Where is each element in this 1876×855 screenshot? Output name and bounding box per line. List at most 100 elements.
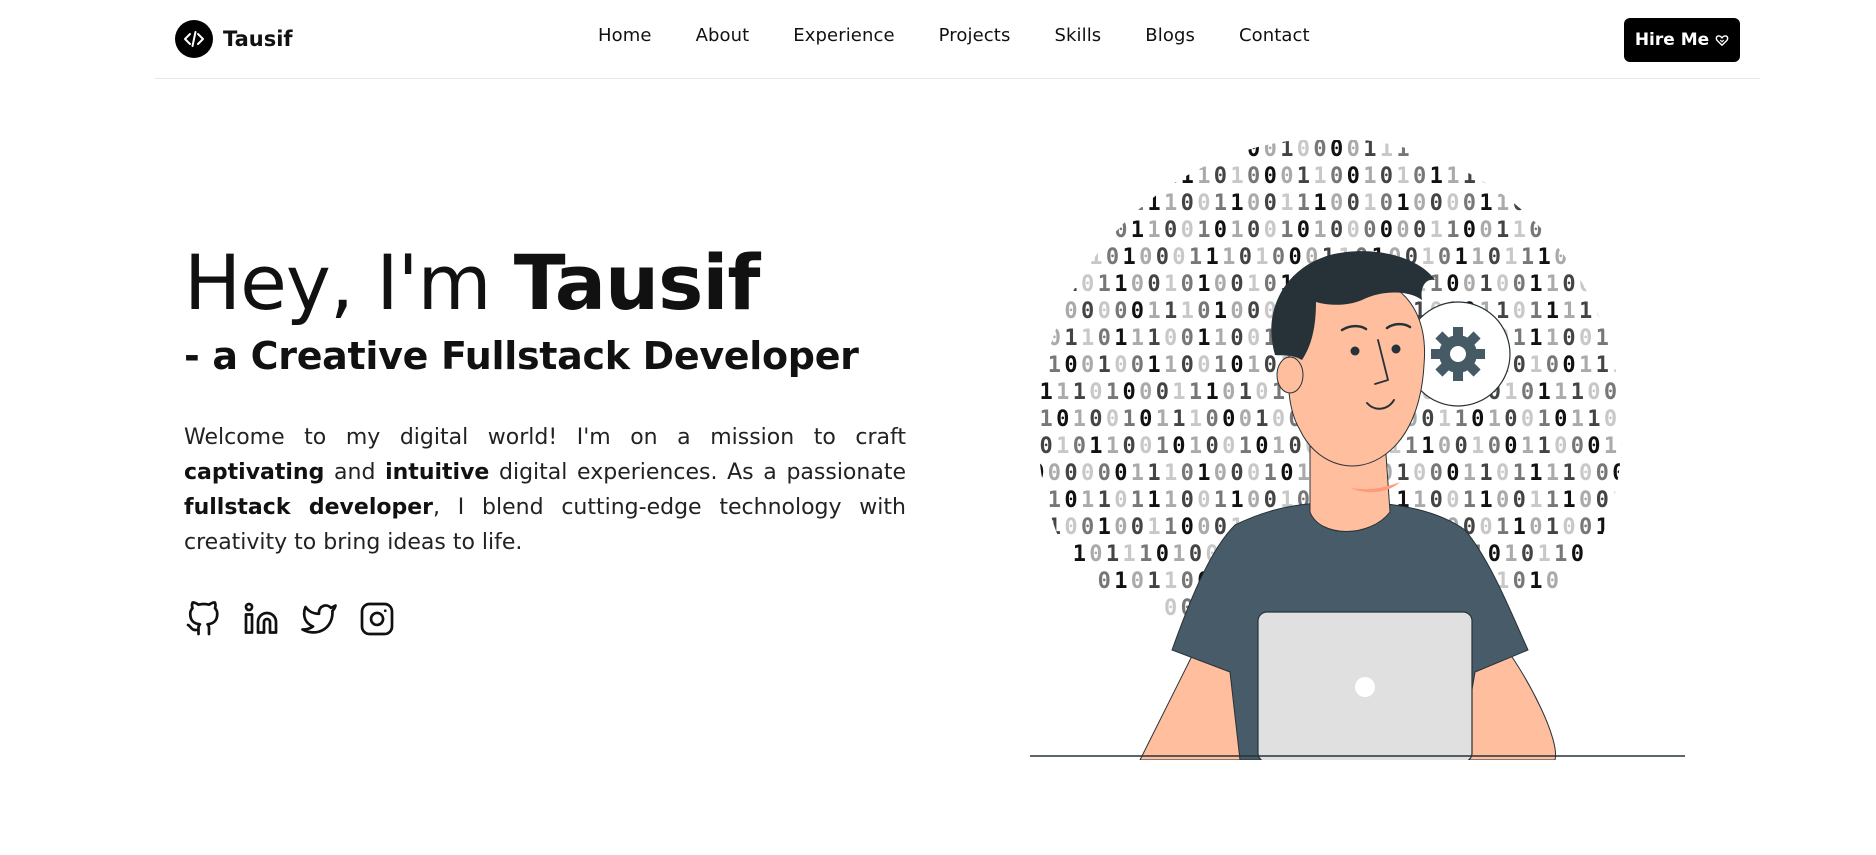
binary-digit: 1	[1612, 488, 1625, 513]
binary-digit: 1	[1255, 245, 1268, 270]
binary-digit: 1	[1596, 326, 1609, 351]
binary-digit: 0	[1131, 353, 1144, 378]
binary-digit: 0	[1546, 569, 1559, 594]
binary-digit: 1	[1164, 569, 1177, 594]
binary-digit: 1	[1513, 461, 1526, 486]
binary-digit: 1	[1189, 407, 1202, 432]
binary-digit: 1	[1048, 353, 1061, 378]
binary-digit: 1	[1214, 326, 1227, 351]
binary-digit: 0	[1521, 407, 1534, 432]
binary-digit: 1	[1538, 245, 1551, 270]
binary-digit: 1	[1504, 542, 1517, 567]
binary-digit: 1	[1562, 218, 1575, 243]
binary-digit: 0	[1272, 245, 1285, 270]
binary-digit: 1	[1197, 461, 1210, 486]
binary-digit: 1	[1455, 407, 1468, 432]
binary-digit: 0	[1048, 272, 1061, 297]
binary-digit: 0	[1164, 326, 1177, 351]
binary-digit: 0	[1181, 515, 1194, 540]
binary-digit: 0	[1181, 218, 1194, 243]
nav-experience[interactable]: Experience	[793, 25, 894, 46]
binary-digit: 1	[1164, 515, 1177, 540]
binary-digit: 1	[1513, 515, 1526, 540]
binary-digit: 0	[1479, 218, 1492, 243]
binary-digit: 1	[1197, 272, 1210, 297]
nav-projects[interactable]: Projects	[939, 25, 1011, 46]
binary-digit: 1	[1463, 461, 1476, 486]
binary-digit: 0	[1654, 380, 1667, 405]
binary-digit: 0	[1513, 191, 1526, 216]
binary-digit: 0	[1264, 488, 1277, 513]
binary-digit: 1	[1064, 272, 1077, 297]
binary-digit: 0	[1098, 218, 1111, 243]
binary-digit: 1	[1230, 191, 1243, 216]
binary-digit: 1	[1189, 380, 1202, 405]
binary-digit: 0	[1562, 515, 1575, 540]
nav-skills[interactable]: Skills	[1054, 25, 1101, 46]
binary-digit: 1	[1123, 407, 1136, 432]
binary-digit: 1	[1455, 245, 1468, 270]
binary-digit: 0	[1106, 245, 1119, 270]
binary-digit: 1	[1538, 380, 1551, 405]
hire-me-button[interactable]: Hire Me	[1624, 18, 1740, 62]
binary-digit: 1	[1405, 434, 1418, 459]
binary-digit: 0	[1123, 434, 1136, 459]
binary-digit: 0	[1330, 164, 1343, 189]
binary-digit: 0	[1396, 218, 1409, 243]
binary-digit: 0	[1230, 299, 1243, 324]
binary-digit: 0	[1098, 461, 1111, 486]
nav-blogs[interactable]: Blogs	[1145, 25, 1195, 46]
binary-digit: 1	[1197, 218, 1210, 243]
binary-digit: 0	[1197, 515, 1210, 540]
binary-digit: 1	[1596, 515, 1609, 540]
nav-home[interactable]: Home	[598, 25, 652, 46]
binary-digit: 1	[1239, 434, 1252, 459]
brand-name: Tausif	[223, 27, 293, 51]
binary-digit: 0	[1264, 272, 1277, 297]
binary-digit: 0	[1562, 272, 1575, 297]
binary-digit: 1	[1463, 488, 1476, 513]
instagram-icon[interactable]	[358, 600, 396, 638]
binary-digit: 0	[1347, 191, 1360, 216]
binary-digit: 0	[1612, 461, 1625, 486]
binary-digit: 0	[1081, 272, 1094, 297]
desc-bold-fullstack: fullstack developer	[184, 495, 433, 520]
twitter-icon[interactable]	[300, 600, 338, 638]
site-header: Tausif Home About Experience Projects Sk…	[155, 0, 1760, 79]
binary-digit: 0	[1471, 407, 1484, 432]
binary-digit: 0	[1280, 461, 1293, 486]
binary-digit: 0	[1073, 434, 1086, 459]
binary-digit: 0	[1645, 461, 1658, 486]
brand[interactable]: Tausif	[175, 20, 293, 58]
binary-digit: 1	[1114, 272, 1127, 297]
binary-digit: 0	[1413, 164, 1426, 189]
binary-digit: 1	[1504, 380, 1517, 405]
linkedin-icon[interactable]	[242, 600, 280, 638]
nav-contact[interactable]: Contact	[1239, 25, 1310, 46]
binary-digit: 1	[1529, 191, 1542, 216]
binary-digit: 1	[1621, 380, 1634, 405]
github-icon[interactable]	[184, 600, 222, 638]
binary-digit: 1	[1629, 326, 1642, 351]
binary-digit: 0	[1579, 326, 1592, 351]
binary-digit: 1	[1546, 299, 1559, 324]
binary-digit: 1	[1529, 353, 1542, 378]
binary-digit: 1	[1363, 140, 1376, 162]
nav-about[interactable]: About	[696, 25, 750, 46]
binary-digit: 1	[1056, 380, 1069, 405]
binary-digit: 1	[1297, 164, 1310, 189]
binary-digit: 1	[1164, 299, 1177, 324]
binary-digit: 1	[1030, 407, 1036, 432]
binary-digit: 0	[1347, 218, 1360, 243]
desc-text: Welcome to my digital world! I'm on a mi…	[184, 425, 906, 450]
binary-digit: 1	[1081, 326, 1094, 351]
binary-digit: 1	[1463, 164, 1476, 189]
binary-digit: 0	[1596, 299, 1609, 324]
binary-digit: 1	[1081, 488, 1094, 513]
binary-digit: 0	[1446, 272, 1459, 297]
binary-digit: 1	[1147, 191, 1160, 216]
binary-digit: 0	[1504, 407, 1517, 432]
binary-digit: 0	[1504, 434, 1517, 459]
binary-digit: 1	[1280, 191, 1293, 216]
binary-digit: 1	[1172, 407, 1185, 432]
